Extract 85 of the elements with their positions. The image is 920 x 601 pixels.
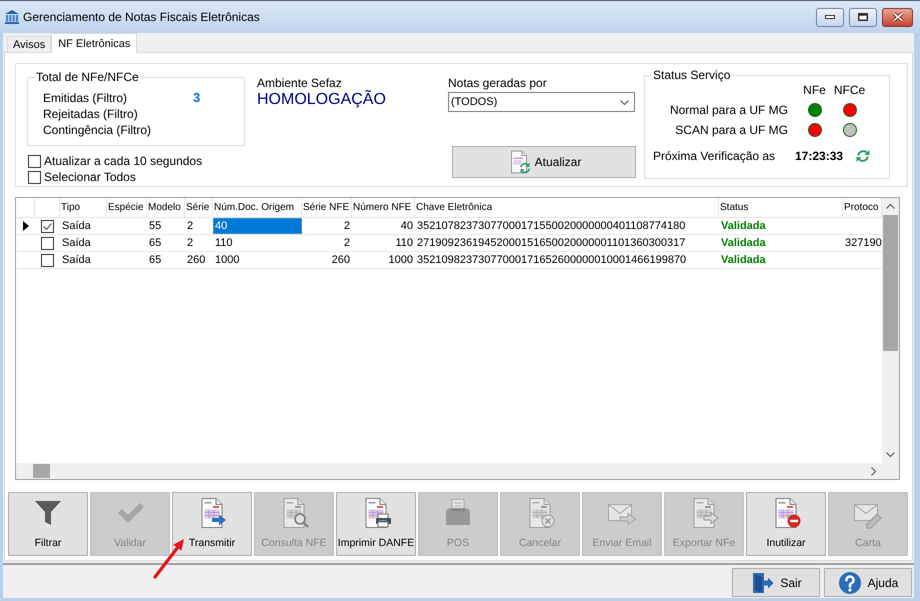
toolbar-button[interactable]: Inutilizar bbox=[746, 492, 826, 556]
table-cell-text: 27190923619452000151650020000001101360300317 bbox=[416, 236, 686, 251]
restore-icon bbox=[858, 13, 868, 21]
scrollbar-thumb[interactable] bbox=[33, 464, 50, 478]
table-cell-text: Saída bbox=[61, 219, 92, 234]
table-cell-text: 260 bbox=[330, 253, 351, 268]
chevron-up-icon bbox=[886, 204, 895, 209]
tab[interactable]: NF Eletrônicas bbox=[51, 33, 138, 53]
restore-button[interactable] bbox=[849, 8, 877, 26]
table-cell: 40 bbox=[213, 218, 302, 234]
checkbox-label[interactable]: Atualizar a cada 10 segundos bbox=[44, 154, 202, 168]
close-button[interactable] bbox=[882, 8, 913, 26]
column-label: NFe bbox=[802, 83, 827, 97]
table-cell-text: 2 bbox=[342, 236, 351, 251]
table-cell-text: 1000 bbox=[214, 253, 240, 268]
table-cell-text: Validada bbox=[720, 219, 767, 234]
door-arrow-icon bbox=[750, 570, 774, 594]
building-icon bbox=[4, 9, 20, 25]
table-cell-text: 327190 bbox=[844, 236, 882, 251]
table-cell-text: 110 bbox=[214, 236, 234, 251]
table-cell-text: 110 bbox=[394, 236, 414, 251]
table-cell-text: Saída bbox=[61, 236, 92, 251]
column-header[interactable]: Espécie bbox=[107, 198, 147, 217]
vertical-scrollbar[interactable] bbox=[882, 198, 899, 463]
table-cell-text: 35210982373077000171652600000010001466199870 bbox=[416, 253, 688, 268]
next-check-label: Próxima Verificação as bbox=[653, 149, 776, 163]
group-title: Status Serviço bbox=[652, 68, 732, 82]
table-cell-text: 55 bbox=[148, 219, 162, 234]
minimize-icon bbox=[825, 15, 835, 19]
chevron-right-icon bbox=[871, 466, 876, 476]
checkbox[interactable] bbox=[41, 220, 54, 232]
checkbox[interactable] bbox=[28, 154, 41, 168]
window-title: Gerenciamento de Notas Fiscais Eletrônicas bbox=[23, 9, 260, 25]
stat-value: 3 bbox=[193, 90, 200, 106]
footer-button[interactable]: Ajuda bbox=[824, 568, 912, 597]
table-cell-text: 40 bbox=[400, 219, 414, 234]
checkbox[interactable] bbox=[28, 170, 41, 184]
chevron-down-icon bbox=[620, 100, 629, 104]
refresh-button[interactable]: Atualizar bbox=[452, 146, 636, 178]
column-header[interactable]: Tipo bbox=[60, 198, 107, 217]
table-cell-text: 35210782373077000171550020000000401108774180 bbox=[416, 219, 686, 234]
table-cell-text: 260 bbox=[186, 253, 206, 268]
group-title: Total de NFe/NFCe bbox=[35, 70, 140, 84]
column-label: NFCe bbox=[832, 83, 866, 97]
column-header[interactable]: Chave Eletrônica bbox=[415, 198, 719, 217]
table-cell-text: 2 bbox=[342, 219, 351, 234]
stat-label: Contingência (Filtro) bbox=[43, 122, 152, 138]
column-header[interactable]: Número NFE bbox=[352, 198, 415, 217]
table-cell-text: Saída bbox=[61, 253, 92, 268]
minimize-button[interactable] bbox=[816, 8, 844, 26]
toolbar-button[interactable]: Imprimir DANFE bbox=[336, 492, 416, 556]
horizontal-scrollbar[interactable] bbox=[16, 463, 882, 479]
table-cell-text: 2 bbox=[186, 219, 194, 234]
toolbar-button[interactable]: Transmitir bbox=[172, 492, 252, 556]
stat-label: Rejeitadas (Filtro) bbox=[43, 106, 139, 122]
column-header[interactable]: Série NFE bbox=[302, 198, 352, 217]
field-label: Notas geradas por bbox=[448, 76, 547, 90]
table-cell-text: Validada bbox=[720, 253, 767, 268]
close-icon bbox=[892, 12, 904, 22]
column-header[interactable]: Modelo bbox=[147, 198, 185, 217]
status-label: Normal para a UF MG bbox=[668, 103, 789, 117]
scrollbar-thumb[interactable] bbox=[883, 215, 898, 351]
checkbox[interactable] bbox=[41, 254, 54, 266]
footer-button[interactable]: Sair bbox=[732, 568, 820, 597]
column-header[interactable]: Núm.Doc. Origem bbox=[213, 198, 302, 217]
toolbar-button[interactable]: Filtrar bbox=[8, 492, 88, 556]
chevron-down-icon bbox=[886, 452, 895, 457]
help-icon bbox=[838, 570, 862, 594]
tab[interactable]: Avisos bbox=[7, 36, 52, 52]
table-cell-text: Validada bbox=[720, 236, 767, 251]
status-label: SCAN para a UF MG bbox=[674, 123, 789, 137]
dropdown[interactable]: (TODOS) bbox=[448, 92, 635, 112]
checkbox-label[interactable]: Selecionar Todos bbox=[44, 170, 136, 184]
refresh-icon[interactable] bbox=[856, 149, 870, 163]
stat-label: Emitidas (Filtro) bbox=[43, 90, 128, 106]
field-label: Ambiente Sefaz bbox=[257, 76, 343, 90]
column-header[interactable]: Série bbox=[185, 198, 213, 217]
table-cell-text: 65 bbox=[148, 236, 162, 251]
table-cell-text: 2 bbox=[186, 236, 194, 251]
checkbox[interactable] bbox=[41, 236, 54, 250]
table-cell-text: 1000 bbox=[388, 253, 414, 268]
environment-value: HOMOLOGAÇÃO bbox=[257, 90, 387, 110]
next-check-time: 17:23:33 bbox=[795, 149, 844, 163]
table-cell-text: 65 bbox=[148, 253, 162, 268]
column-header[interactable]: Status bbox=[719, 198, 843, 217]
